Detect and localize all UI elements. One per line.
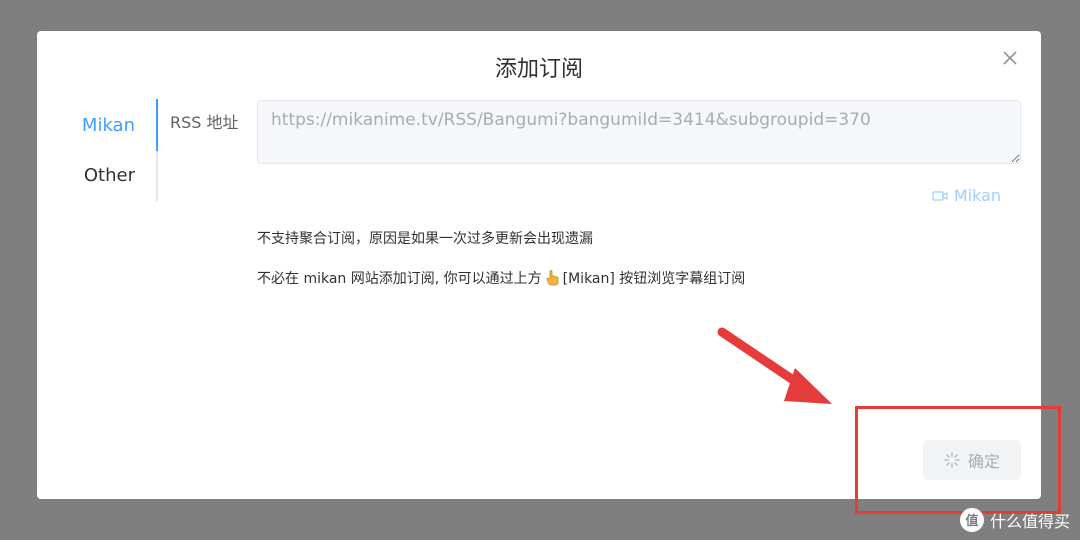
loading-spinner-icon: [944, 452, 960, 468]
close-button[interactable]: [1001, 49, 1019, 67]
tab-mikan[interactable]: Mikan: [37, 101, 157, 151]
pointing-hand-icon: [546, 270, 559, 286]
watermark-logo-icon: 值: [959, 508, 984, 532]
tab-other[interactable]: Other: [37, 151, 157, 201]
rss-url-field[interactable]: [257, 100, 1021, 164]
note-browse-tip-after: [Mikan] 按钮浏览字幕组订阅: [562, 271, 746, 287]
confirm-button-label: 确定: [967, 452, 1000, 471]
note-browse-tip-before: 不必在 mikan 网站添加订阅, 你可以通过上方: [257, 271, 542, 287]
mikan-link-label: Mikan: [953, 186, 1001, 205]
mikan-browse-link[interactable]: Mikan: [932, 186, 1001, 205]
note-aggregate-unsupported: 不支持聚合订阅，原因是如果一次过多更新会出现遗漏: [257, 231, 593, 247]
close-icon: [1003, 51, 1017, 65]
watermark: 值 什么值得买: [959, 508, 1070, 532]
note-browse-tip: 不必在 mikan 网站添加订阅, 你可以通过上方 [Mikan] 按钮浏览字幕…: [257, 268, 745, 288]
dialog-title: 添加订阅: [494, 57, 583, 82]
watermark-text: 什么值得买: [989, 512, 1070, 531]
rss-url-label: RSS 地址: [170, 113, 239, 132]
video-camera-icon: [932, 190, 948, 201]
svg-text:值: 值: [965, 513, 978, 529]
source-tabs: Mikan Other: [37, 99, 157, 201]
confirm-button[interactable]: 确定: [923, 440, 1021, 480]
screen: 添加订阅 Mikan Other RSS 地址 Mikan 不支持聚合订阅，原因…: [0, 0, 1080, 540]
add-subscription-dialog: 添加订阅 Mikan Other RSS 地址 Mikan 不支持聚合订阅，原因…: [37, 31, 1041, 499]
